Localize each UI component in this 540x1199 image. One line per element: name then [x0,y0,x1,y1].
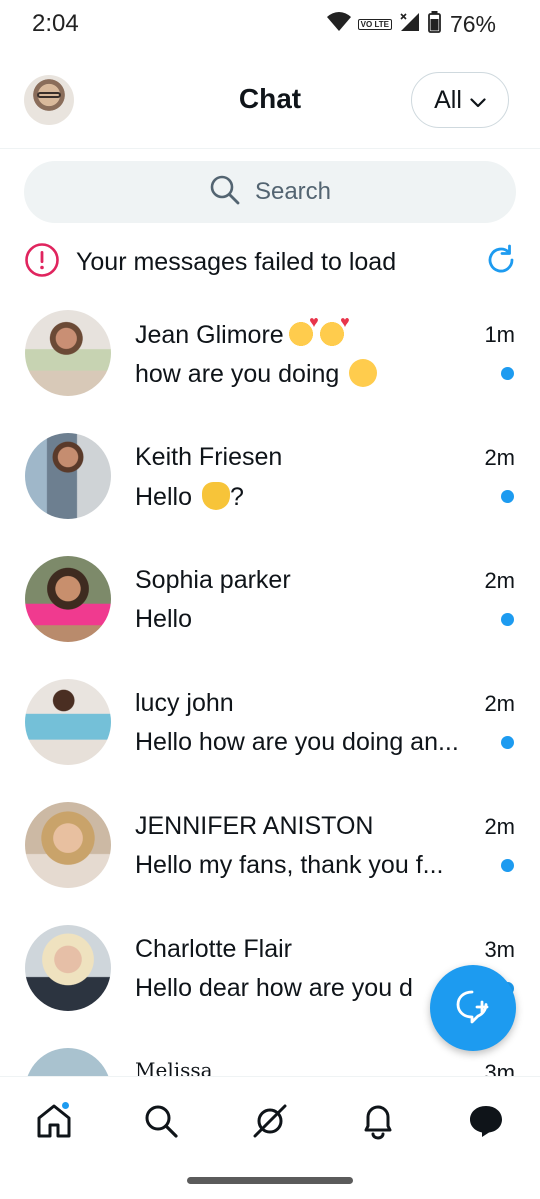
contact-name: Charlotte Flair [135,935,292,963]
wifi-icon [326,12,351,37]
unread-indicator [501,859,514,872]
cell-signal-icon [399,11,421,38]
filter-label: All [434,85,462,114]
contact-name: JENNIFER ANISTON [135,812,374,840]
bottom-navigation [0,1076,540,1168]
contact-name: Melissa [135,1058,213,1076]
avatar [25,802,111,888]
refresh-icon[interactable] [484,243,518,282]
grok-icon [251,1102,289,1145]
search-icon [143,1103,179,1144]
smiling-face-with-hearts-icon [317,314,350,348]
avatar [25,679,111,765]
nav-messages[interactable] [462,1099,510,1147]
error-message: Your messages failed to load [76,247,397,276]
unread-indicator [501,490,514,503]
new-message-icon [453,986,493,1031]
conversation-item[interactable]: lucy john 2m Hello how are you doing an.… [0,662,540,785]
status-time: 2:04 [32,10,79,37]
contact-name: Sophia parker [135,566,291,594]
message-time: 2m [484,691,515,716]
waving-hand-icon [201,482,230,510]
contact-name: Keith Friesen [135,443,283,471]
notification-dot [61,1101,70,1110]
contact-name: lucy john [135,689,234,717]
nav-notifications[interactable] [354,1099,402,1147]
message-preview: Hello my fans, thank you f... [135,851,444,879]
message-preview: Hello [135,605,192,633]
avatar [25,556,111,642]
message-preview: how are you doing [135,359,490,389]
avatar [25,310,111,396]
avatar [25,925,111,1011]
message-preview: Hello how are you doing an... [135,728,459,756]
search-bar[interactable]: Search [24,161,516,223]
avatar [25,433,111,519]
conversation-item[interactable]: Jean Glimore 1m how are you doing [0,293,540,416]
message-preview: Hello ? [135,482,244,511]
smiling-face-with-hearts-icon [286,314,319,348]
message-time: 2m [484,568,515,593]
unread-indicator [501,736,514,749]
unread-indicator [501,613,514,626]
volte-icon: VO LTE [357,19,392,30]
notifications-icon [360,1102,396,1145]
conversation-item[interactable]: Sophia parker 2m Hello [0,539,540,662]
search-placeholder: Search [254,178,332,205]
load-error-banner: Your messages failed to load [24,238,518,286]
filter-dropdown[interactable]: All [411,72,509,128]
nav-search[interactable] [137,1099,185,1147]
messages-icon [467,1102,505,1145]
search-icon [209,174,241,211]
message-time: 2m [484,445,515,470]
gesture-bar[interactable] [187,1177,353,1184]
contact-name: Jean Glimore [135,314,350,350]
status-bar: 2:04 VO LTE 76% [0,0,540,52]
nav-grok[interactable] [246,1099,294,1147]
new-message-button[interactable] [430,965,516,1051]
battery-percent: 76% [449,11,496,37]
smiling-face-icon [349,359,378,387]
alert-icon [24,242,60,283]
conversation-item[interactable]: JENNIFER ANISTON 2m Hello my fans, thank… [0,785,540,908]
avatar [25,1048,111,1076]
chat-header: Chat All [0,52,540,149]
message-time: 3m [484,1060,515,1076]
unread-indicator [501,367,514,380]
message-time: 1m [484,322,515,347]
status-icons: VO LTE 76% [326,11,496,38]
conversation-list: Jean Glimore 1m how are you doing Keith … [0,293,540,1076]
conversation-item[interactable]: Keith Friesen 2m Hello ? [0,416,540,539]
chevron-down-icon [470,86,486,115]
message-time: 3m [484,937,515,962]
battery-icon [428,11,441,38]
nav-home[interactable] [30,1099,78,1147]
message-time: 2m [484,814,515,839]
